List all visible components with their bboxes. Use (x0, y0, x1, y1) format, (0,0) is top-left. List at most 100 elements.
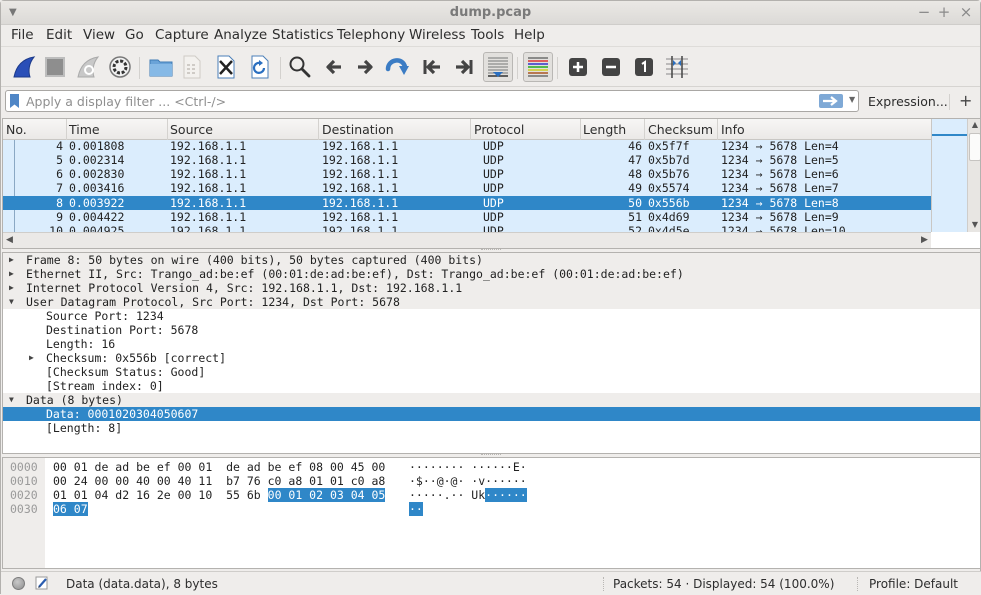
scrollbar-thumb[interactable] (173, 235, 329, 246)
auto-scroll-button[interactable] (483, 52, 513, 82)
scroll-right-icon[interactable]: ▶ (921, 235, 928, 245)
column-header-no[interactable]: No. (6, 122, 27, 137)
zoom-in-button[interactable] (563, 52, 593, 82)
detail-item[interactable]: ▶ Ethernet II, Src: Trango_ad:be:ef (00:0… (3, 267, 980, 281)
detail-item[interactable]: ▶ Checksum: 0x556b [correct] (3, 351, 980, 365)
collapsed-arrow-icon[interactable]: ▶ (9, 253, 19, 267)
packet-row[interactable]: 6 0.002830 192.168.1.1 192.168.1.1 UDP 0x5b76… (3, 167, 931, 181)
collapsed-arrow-icon[interactable]: ▶ (9, 267, 19, 281)
detail-item[interactable]: [Stream index: 0] (3, 379, 980, 393)
bytes-ascii[interactable]: ········ ······E· (409, 460, 527, 474)
column-divider[interactable] (580, 119, 581, 140)
column-header-protocol[interactable]: Protocol (474, 122, 524, 137)
detail-item[interactable]: Data: 0001020304050607 (3, 407, 980, 421)
packet-minimap[interactable] (931, 119, 968, 232)
detail-item[interactable]: [Checksum Status: Good] (3, 365, 980, 379)
normal-size-button[interactable] (629, 52, 659, 82)
bookmark-icon[interactable] (10, 94, 19, 108)
detail-item[interactable]: [Length: 8] (3, 421, 980, 435)
go-back-button[interactable] (319, 52, 349, 82)
menu-wireless[interactable]: Wireless (409, 27, 466, 43)
detail-item[interactable]: Source Port: 1234 (3, 309, 980, 323)
add-filter-button[interactable]: + (959, 91, 972, 110)
menu-file[interactable]: File (11, 27, 34, 43)
packet-row[interactable]: 5 0.002314 192.168.1.1 192.168.1.1 UDP 0x5b7d… (3, 153, 931, 167)
menu-statistics[interactable]: Statistics (272, 27, 334, 43)
reload-file-button[interactable] (245, 52, 275, 82)
go-forward-button[interactable] (350, 52, 380, 82)
column-header-length[interactable]: Length (583, 122, 626, 137)
column-divider[interactable] (470, 119, 471, 140)
bytes-hex[interactable]: 01 01 04 d2 16 2e 00 10 55 6b 00 01 02 0… (53, 488, 386, 502)
menu-view[interactable]: View (83, 27, 115, 43)
detail-item[interactable]: ▶ Frame 8: 50 bytes on wire (400 bits), 5… (3, 253, 980, 267)
expert-info-led-icon[interactable] (12, 577, 25, 590)
display-filter-input[interactable] (26, 92, 816, 110)
packet-row[interactable]: 4 0.001808 192.168.1.1 192.168.1.1 UDP 0x5f7f… (3, 140, 931, 153)
packet-row[interactable]: 9 0.004422 192.168.1.1 192.168.1.1 UDP 0x4d69… (3, 210, 931, 224)
colorize-button[interactable] (523, 52, 553, 82)
apply-filter-button[interactable] (819, 94, 843, 108)
detail-item[interactable]: ▼ Data (8 bytes) (3, 393, 980, 407)
packet-list-horizontal-scrollbar[interactable]: ◀ ▶ (3, 232, 931, 248)
maximize-button[interactable]: + (935, 3, 953, 21)
go-first-button[interactable] (417, 52, 447, 82)
scrollbar-thumb[interactable] (969, 133, 980, 161)
expression-button[interactable]: Expression... (868, 94, 948, 109)
capture-options-button[interactable] (105, 52, 135, 82)
menu-edit[interactable]: Edit (46, 27, 72, 43)
menu-tools[interactable]: Tools (471, 27, 504, 43)
column-header-destination[interactable]: Destination (322, 122, 394, 137)
packet-list-vertical-scrollbar[interactable]: ▲ ▼ (967, 119, 980, 232)
go-to-packet-button[interactable] (383, 52, 413, 82)
expanded-arrow-icon[interactable]: ▼ (9, 393, 19, 407)
stop-capture-button[interactable] (40, 52, 70, 82)
expanded-arrow-icon[interactable]: ▼ (9, 295, 19, 309)
column-header-checksum[interactable]: Checksum (648, 122, 713, 137)
detail-item[interactable]: ▶ Internet Protocol Version 4, Src: 192.1… (3, 281, 980, 295)
column-divider[interactable] (717, 119, 718, 140)
menu-analyze[interactable]: Analyze (214, 27, 267, 43)
close-file-button[interactable] (211, 52, 241, 82)
menu-telephony[interactable]: Telephony (337, 27, 405, 43)
scroll-down-icon[interactable]: ▼ (970, 220, 980, 229)
bytes-hex[interactable]: 06 07 (53, 502, 88, 516)
bytes-ascii[interactable]: ·· (409, 502, 423, 516)
detail-item[interactable]: Destination Port: 5678 (3, 323, 980, 337)
collapsed-arrow-icon[interactable]: ▶ (9, 281, 19, 295)
bytes-hex[interactable]: 00 01 de ad be ef 00 01 de ad be ef 08 0… (53, 460, 385, 474)
menu-go[interactable]: Go (125, 27, 144, 43)
column-divider[interactable] (644, 119, 645, 140)
close-button[interactable]: × (957, 3, 975, 21)
menu-capture[interactable]: Capture (155, 27, 209, 43)
zoom-out-button[interactable] (596, 52, 626, 82)
minimize-button[interactable]: − (915, 3, 933, 21)
open-file-button[interactable] (146, 52, 176, 82)
bytes-hex[interactable]: 00 24 00 00 40 00 40 11 b7 76 c0 a8 01 0… (53, 474, 385, 488)
column-divider[interactable] (318, 119, 319, 140)
scroll-left-icon[interactable]: ◀ (6, 235, 13, 245)
detail-item[interactable]: Length: 16 (3, 337, 980, 351)
packet-row[interactable]: 8 0.003922 192.168.1.1 192.168.1.1 UDP 0x556b… (3, 196, 931, 210)
menu-help[interactable]: Help (514, 27, 545, 43)
find-packet-button[interactable] (285, 52, 315, 82)
resize-columns-button[interactable] (662, 52, 692, 82)
capture-comment-icon[interactable] (35, 576, 49, 590)
column-header-time[interactable]: Time (69, 122, 100, 137)
scroll-up-icon[interactable]: ▲ (970, 120, 980, 129)
save-file-button[interactable] (177, 52, 207, 82)
bytes-ascii[interactable]: ·····.·· Uk······ (409, 488, 527, 502)
start-capture-button[interactable] (9, 52, 39, 82)
column-header-source[interactable]: Source (170, 122, 213, 137)
collapsed-arrow-icon[interactable]: ▶ (29, 351, 39, 365)
filter-history-dropdown[interactable]: ▼ (849, 95, 859, 107)
packet-row[interactable]: 7 0.003416 192.168.1.1 192.168.1.1 UDP 0x5574… (3, 181, 931, 195)
column-header-info[interactable]: Info (721, 122, 745, 137)
packet-row[interactable]: 10 0.004925 192.168.1.1 192.168.1.1 UDP 0x4d5… (3, 224, 931, 232)
detail-item[interactable]: ▼ User Datagram Protocol, Src Port: 1234,… (3, 295, 980, 309)
profile-indicator[interactable]: Profile: Default (869, 577, 958, 591)
restart-capture-button[interactable] (73, 52, 103, 82)
go-last-button[interactable] (449, 52, 479, 82)
bytes-ascii[interactable]: ·$··@·@· ·v······ (409, 474, 527, 488)
column-divider[interactable] (66, 119, 67, 140)
